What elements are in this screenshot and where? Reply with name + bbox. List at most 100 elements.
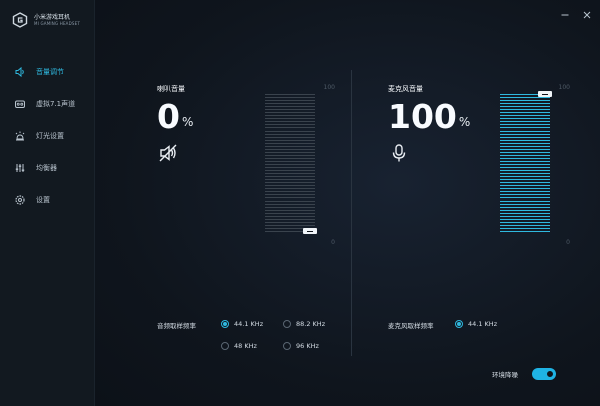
sidebar-item-volume[interactable]: 音量调节 <box>0 56 95 88</box>
logo-icon <box>12 12 28 28</box>
meter-bar <box>265 179 315 181</box>
meter-bar <box>500 139 550 141</box>
meter-bar <box>265 203 315 205</box>
meter-thumb[interactable] <box>303 228 317 234</box>
meter-bar <box>500 136 550 138</box>
meter-bar <box>500 170 550 172</box>
meter-bar <box>265 106 315 108</box>
speaker-volume-value: 0 <box>157 97 180 136</box>
radio-audio-48k[interactable]: 48 KHz <box>221 342 257 350</box>
brand-text: 小米游戏耳机 MI GAMING HEADSET <box>34 14 80 27</box>
meter-bar <box>265 121 315 123</box>
microphone-icon[interactable] <box>388 142 410 164</box>
mic-volume-slider[interactable]: 100 0 <box>500 84 570 254</box>
meter-bar <box>500 182 550 184</box>
meter-thumb[interactable] <box>538 91 552 97</box>
meter-bar <box>500 154 550 156</box>
surround-icon <box>14 98 26 110</box>
meter-bar <box>500 106 550 108</box>
meter-bar <box>265 130 315 132</box>
radio-mic-44k[interactable]: 44.1 KHz <box>455 320 497 328</box>
mic-volume-meter[interactable] <box>500 91 552 234</box>
mic-volume-value: 100 <box>388 97 457 136</box>
mic-sample-rate-label: 麦克风取样频率 <box>388 322 434 330</box>
meter-bar <box>265 151 315 153</box>
speaker-icon <box>14 66 26 78</box>
mic-volume-unit: % <box>458 115 471 129</box>
radio-label: 44.1 KHz <box>234 320 264 328</box>
meter-bar <box>265 197 315 199</box>
app-subtitle: MI GAMING HEADSET <box>34 20 80 26</box>
meter-bar <box>265 191 315 193</box>
meter-bar <box>500 103 550 105</box>
ambient-noise-toggle[interactable] <box>532 368 556 380</box>
speaker-volume-meter[interactable] <box>265 94 317 234</box>
ambient-noise-reduction: 环境降噪 <box>492 368 556 380</box>
speaker-muted-icon[interactable] <box>157 142 179 164</box>
sidebar-item-label: 虚拟7.1声道 <box>36 100 76 108</box>
meter-bar <box>500 124 550 126</box>
meter-bar <box>265 206 315 208</box>
radio-label: 48 KHz <box>234 342 257 350</box>
meter-max-label: 100 <box>323 84 335 91</box>
meter-bar <box>500 115 550 117</box>
light-icon <box>14 130 26 142</box>
meter-bar <box>265 218 315 220</box>
meter-bar <box>500 200 550 202</box>
meter-bar <box>265 194 315 196</box>
meter-bar <box>500 157 550 159</box>
meter-bar <box>265 188 315 190</box>
meter-bar <box>265 115 315 117</box>
meter-bar <box>500 191 550 193</box>
meter-bar <box>265 136 315 138</box>
meter-bar <box>265 112 315 114</box>
minimize-button[interactable] <box>560 10 570 20</box>
meter-bar <box>500 209 550 211</box>
meter-bar <box>265 212 315 214</box>
sidebar-item-settings[interactable]: 设置 <box>0 184 95 216</box>
meter-bar <box>265 145 315 147</box>
sidebar: 小米游戏耳机 MI GAMING HEADSET 音量调节 虚拟7.1声道 灯光… <box>0 0 95 406</box>
sidebar-item-label: 均衡器 <box>36 164 57 172</box>
meter-bar <box>265 176 315 178</box>
meter-bar <box>500 230 550 232</box>
sidebar-item-surround[interactable]: 虚拟7.1声道 <box>0 88 95 120</box>
meter-bar <box>265 109 315 111</box>
meter-bar <box>265 224 315 226</box>
meter-bar <box>500 188 550 190</box>
close-button[interactable] <box>582 10 592 20</box>
meter-bar <box>500 97 550 99</box>
radio-dot <box>283 342 291 350</box>
radio-audio-88k[interactable]: 88.2 KHz <box>283 320 325 328</box>
meter-bar <box>265 94 315 95</box>
radio-audio-44k[interactable]: 44.1 KHz <box>221 320 263 328</box>
sidebar-item-lighting[interactable]: 灯光设置 <box>0 120 95 152</box>
meter-bar <box>500 100 550 102</box>
meter-bar <box>500 212 550 214</box>
volume-page: 喇叭音量 0 % 100 0 麦克风音量 100 % 100 0 音频取样频率 … <box>95 0 600 406</box>
close-icon <box>583 11 591 19</box>
meter-bar <box>500 194 550 196</box>
meter-bar <box>265 215 315 217</box>
meter-bar <box>265 97 315 99</box>
meter-bar <box>265 124 315 126</box>
window-controls <box>560 10 592 20</box>
sidebar-item-label: 音量调节 <box>36 68 64 76</box>
meter-bar <box>500 118 550 120</box>
minimize-icon <box>561 14 569 16</box>
radio-dot <box>455 320 463 328</box>
radio-dot <box>221 342 229 350</box>
mic-volume-panel: 麦克风音量 100 % 100 0 <box>388 84 600 254</box>
radio-dot <box>221 320 229 328</box>
radio-audio-96k[interactable]: 96 KHz <box>283 342 319 350</box>
meter-bar <box>500 224 550 226</box>
sidebar-item-label: 设置 <box>36 196 50 204</box>
speaker-volume-slider[interactable]: 100 0 <box>265 84 335 254</box>
meter-bar <box>265 160 315 162</box>
ambient-noise-label: 环境降噪 <box>492 371 518 379</box>
sidebar-item-equalizer[interactable]: 均衡器 <box>0 152 95 184</box>
meter-bar <box>265 185 315 187</box>
meter-bar <box>500 112 550 114</box>
meter-bar <box>265 127 315 129</box>
meter-bar <box>500 121 550 123</box>
